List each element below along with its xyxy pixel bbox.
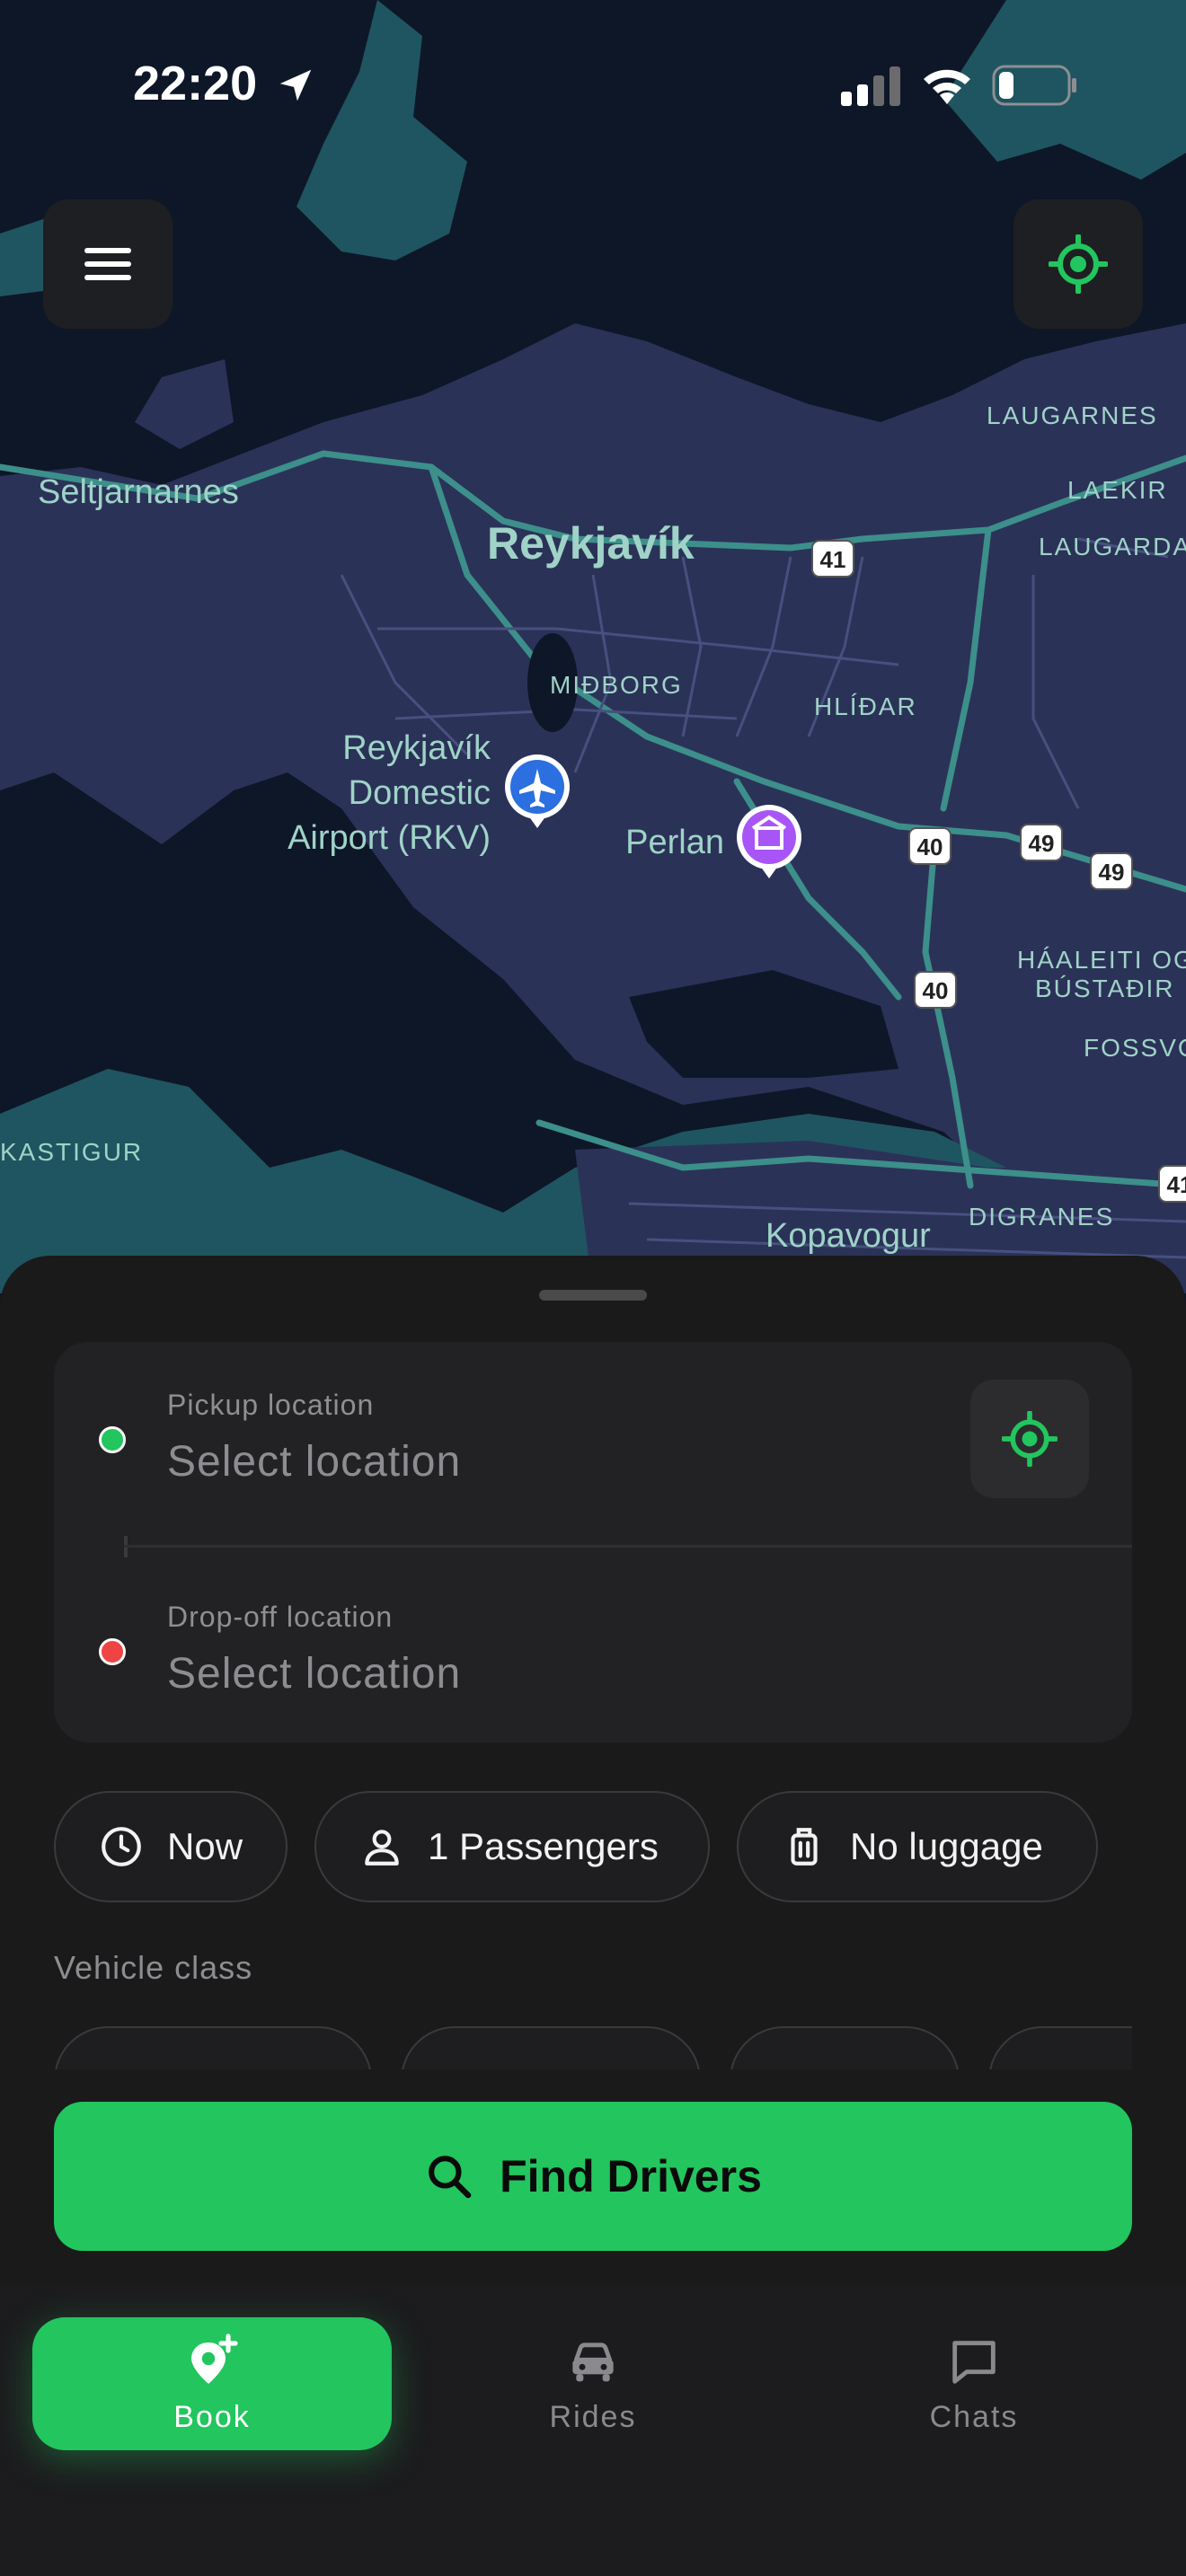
car-icon <box>572 2342 614 2381</box>
map-label-seltjarnarnes: Seltjarnarnes <box>38 473 239 511</box>
map-label-laugarnes: LAUGARNES <box>987 401 1158 429</box>
pickup-label: Pickup location <box>167 1389 375 1421</box>
find-drivers-label: Find Drivers <box>500 2151 762 2201</box>
time-chip-label: Now <box>167 1825 243 1867</box>
pickup-input[interactable]: Select location <box>167 1437 461 1486</box>
locate-me-button[interactable] <box>1013 199 1143 329</box>
time-chip[interactable]: Now <box>54 1791 288 1902</box>
chat-icon <box>952 2340 996 2384</box>
map-label-airport-2: Domestic <box>349 774 491 812</box>
map-label-fossvo: FOSSVO <box>1084 1034 1186 1062</box>
map-label-laekir: LAEKIR <box>1067 476 1168 504</box>
map-label-laugarda: LAUGARDA <box>1039 533 1186 560</box>
pickup-dot <box>99 1426 126 1453</box>
road-shield-40: 40 <box>917 834 943 860</box>
road-shield-49: 49 <box>1029 830 1055 857</box>
search-icon <box>429 2156 472 2199</box>
road-shield-49b: 49 <box>1099 859 1125 886</box>
map-label-digranes: DIGRANES <box>969 1203 1114 1231</box>
location-divider <box>124 1545 1132 1548</box>
menu-button[interactable] <box>43 199 173 329</box>
passengers-chip[interactable]: 1 Passengers <box>314 1791 710 1902</box>
person-icon <box>365 1830 399 1866</box>
map-label-haaleiti-1: HÁALEITI OG <box>1017 946 1186 974</box>
clock-icon <box>102 1827 141 1866</box>
map-label-haaleiti-2: BÚSTAÐIR <box>1035 975 1175 1002</box>
map-label-kastigur: KASTIGUR <box>0 1138 143 1166</box>
vehicle-class-label: Vehicle class <box>54 1949 253 1986</box>
road-shield-41b: 41 <box>1167 1171 1186 1198</box>
map-label-kopavogur: Kopavogur <box>766 1217 931 1255</box>
find-drivers-button[interactable]: Find Drivers <box>54 2102 1132 2251</box>
tab-chats-label: Chats <box>929 2399 1019 2434</box>
crosshair-icon <box>1049 234 1108 294</box>
status-time: 22:20 <box>133 57 258 110</box>
dropoff-input[interactable]: Select location <box>167 1649 461 1698</box>
pickup-current-location-button[interactable] <box>970 1380 1089 1498</box>
map-pin-plus-icon <box>191 2333 238 2384</box>
map-label-airport-3: Airport (RKV) <box>288 819 491 857</box>
sheet-drag-handle[interactable] <box>539 1290 647 1301</box>
tab-book-label: Book <box>173 2399 251 2434</box>
wifi-icon <box>924 69 970 104</box>
luggage-icon <box>791 1828 818 1866</box>
tab-rides-label: Rides <box>549 2399 637 2434</box>
dropoff-label: Drop-off location <box>167 1601 394 1633</box>
road-shield-41: 41 <box>820 546 846 573</box>
map-view[interactable]: Seltjarnarnes Reykjavík MIÐBORG HLÍÐAR L… <box>0 0 1186 1293</box>
map-label-reykjavik: Reykjavík <box>487 518 695 569</box>
tab-chats[interactable]: Chats <box>794 2317 1154 2450</box>
signal-icon <box>841 66 900 106</box>
map-label-midborg: MIÐBORG <box>550 671 683 699</box>
tab-rides[interactable]: Rides <box>413 2317 773 2450</box>
tab-book[interactable]: Book <box>32 2317 392 2450</box>
crosshair-icon <box>1002 1411 1058 1467</box>
status-bar: 22:20 <box>0 0 1186 180</box>
map-label-hlidar: HLÍÐAR <box>814 693 917 720</box>
battery-icon <box>992 65 1076 106</box>
map-label-airport-1: Reykjavík <box>342 729 491 767</box>
luggage-chip-label: No luggage <box>850 1825 1043 1867</box>
road-shield-40b: 40 <box>923 977 949 1004</box>
dropoff-dot <box>99 1638 126 1665</box>
menu-icon <box>84 248 131 280</box>
location-arrow-icon <box>279 69 312 101</box>
passengers-chip-label: 1 Passengers <box>428 1825 659 1867</box>
luggage-chip[interactable]: No luggage <box>737 1791 1098 1902</box>
map-label-perlan: Perlan <box>625 824 724 861</box>
